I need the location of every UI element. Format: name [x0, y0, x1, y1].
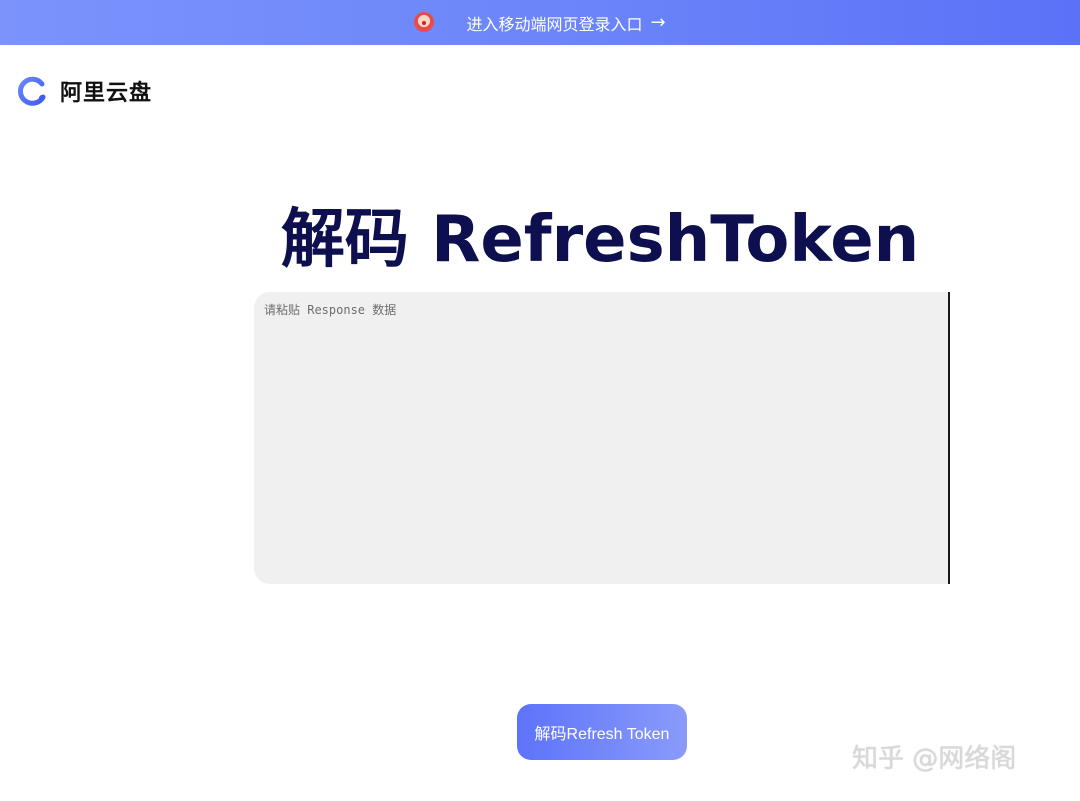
watermark: 知乎 @网络阁 — [852, 744, 1017, 774]
arrow-right-icon: → — [650, 12, 666, 33]
mobile-login-banner[interactable]: 进入移动端网页登录入口 → — [0, 0, 1080, 45]
response-input-container — [254, 292, 950, 584]
page-title: 解码 RefreshToken — [280, 203, 920, 277]
logo[interactable]: 阿里云盘 — [16, 75, 152, 107]
clown-face-icon — [414, 11, 435, 32]
decode-refresh-token-button[interactable]: 解码Refresh Token — [517, 704, 687, 760]
response-input[interactable] — [254, 292, 948, 584]
banner-text: 进入移动端网页登录入口 — [466, 14, 643, 34]
logo-text: 阿里云盘 — [60, 81, 153, 106]
aliyun-drive-logo-icon — [16, 75, 48, 107]
